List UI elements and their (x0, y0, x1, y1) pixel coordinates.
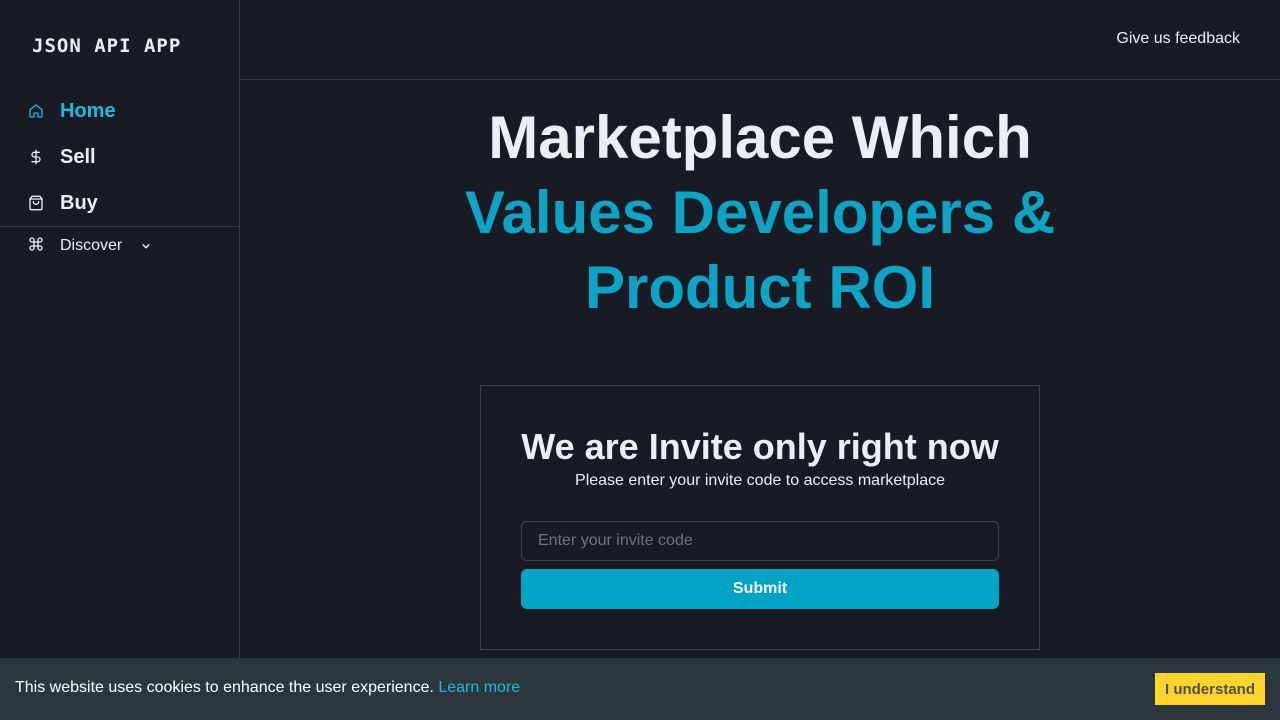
hero-line-3: Product ROI (584, 254, 935, 321)
submit-button[interactable]: Submit (521, 569, 999, 609)
dollar-icon (27, 148, 45, 166)
invite-code-input[interactable] (521, 521, 999, 561)
cookie-message: This website uses cookies to enhance the… (15, 679, 520, 697)
home-icon (27, 102, 45, 120)
cookie-text: This website uses cookies to enhance the… (15, 679, 434, 696)
hero-line-2: Values Developers & (464, 179, 1056, 246)
learn-more-link[interactable]: Learn more (438, 679, 520, 696)
sidebar-item-label: Sell (60, 145, 96, 168)
invite-card: We are Invite only right now Please ente… (480, 385, 1040, 650)
cookie-accept-button[interactable]: I understand (1155, 673, 1265, 705)
invite-subtitle: Please enter your invite code to access … (575, 472, 945, 489)
app-logo[interactable]: JSON API APP (32, 35, 181, 57)
command-icon (27, 235, 45, 253)
sidebar-item-label: Discover (60, 237, 123, 254)
hero-heading: Marketplace Which Values Developers & Pr… (240, 100, 1280, 325)
chevron-down-icon[interactable] (139, 239, 153, 253)
sidebar: JSON API APP Home Sell Buy Discover (0, 0, 240, 720)
feedback-link[interactable]: Give us feedback (1116, 30, 1240, 48)
sidebar-item-label: Home (60, 99, 116, 122)
cookie-banner: This website uses cookies to enhance the… (0, 658, 1280, 720)
sidebar-item-buy[interactable]: Buy (0, 183, 239, 223)
sidebar-item-home[interactable]: Home (0, 91, 239, 131)
invite-title: We are Invite only right now (521, 426, 999, 467)
sidebar-item-label: Buy (60, 191, 98, 214)
sidebar-item-sell[interactable]: Sell (0, 137, 239, 177)
top-bar: Give us feedback (240, 0, 1280, 80)
hero-line-1: Marketplace Which (488, 104, 1032, 171)
sidebar-item-discover[interactable]: Discover (0, 227, 239, 265)
shopping-bag-icon (27, 194, 45, 212)
